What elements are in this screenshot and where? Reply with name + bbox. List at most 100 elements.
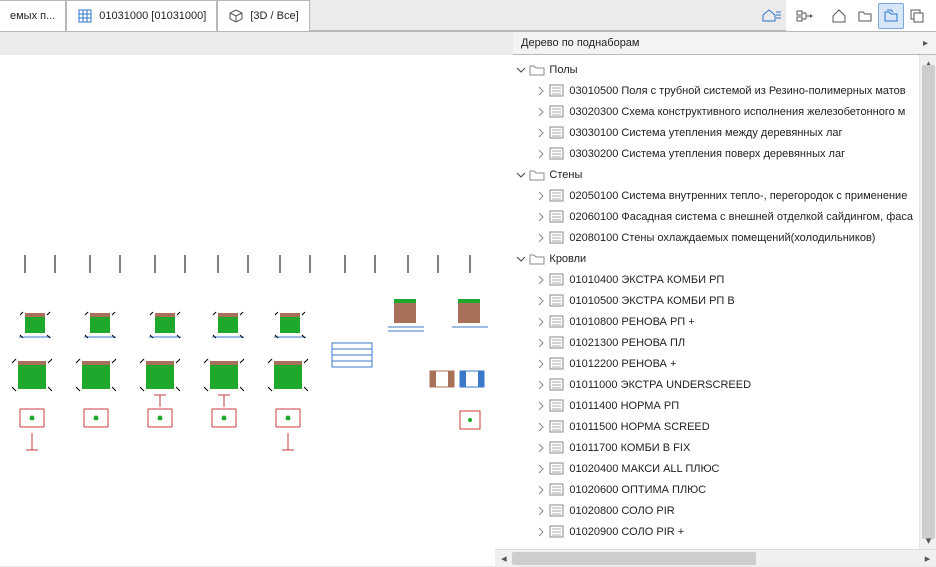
document-icon <box>549 315 565 329</box>
tree-item[interactable]: 02050100 Система внутренних тепло-, пере… <box>495 185 919 206</box>
chevron-down-icon[interactable] <box>515 169 527 181</box>
tree-item-label: 01011400 НОРМА РП <box>569 400 679 412</box>
scroll-thumb[interactable] <box>922 65 935 539</box>
chevron-right-icon[interactable] <box>535 316 547 328</box>
tree-item[interactable]: 01012200 РЕНОВА + <box>495 353 919 374</box>
tab-2[interactable]: [3D / Все] <box>217 0 309 31</box>
document-icon <box>549 231 565 245</box>
tree-item[interactable]: 01010400 ЭКСТРА КОМБИ РП <box>495 269 919 290</box>
tab-label: емых п... <box>10 10 55 22</box>
folder-outline-icon <box>857 8 873 24</box>
tree-item[interactable]: 03010500 Поля с трубной системой из Рези… <box>495 80 919 101</box>
chevron-right-icon[interactable] <box>535 127 547 139</box>
chevron-right-icon[interactable] <box>535 106 547 118</box>
document-icon <box>549 441 565 455</box>
view-house-button[interactable] <box>826 3 852 29</box>
view-layers-button[interactable] <box>878 3 904 29</box>
tree-folder[interactable]: Стены <box>495 164 919 185</box>
view-stack-button[interactable] <box>904 3 930 29</box>
tree-pane: Полы 03010500 Поля с трубной системой из … <box>495 55 936 566</box>
chevron-right-icon[interactable] <box>535 358 547 370</box>
folder-icon <box>529 252 545 266</box>
chevron-right-icon[interactable] <box>535 505 547 517</box>
vertical-scrollbar[interactable]: ▴ ▾ <box>919 55 936 549</box>
chevron-right-icon[interactable] <box>535 295 547 307</box>
document-icon <box>549 504 565 518</box>
tree-item[interactable]: 03030200 Система утепления поверх деревя… <box>495 143 919 164</box>
tree-item-label: 01010800 РЕНОВА РП + <box>569 316 694 328</box>
tree-item-label: 01011000 ЭКСТРА UNDERSCREED <box>569 379 751 391</box>
chevron-right-icon[interactable] <box>535 526 547 538</box>
scroll-down-icon[interactable]: ▾ <box>920 532 936 549</box>
document-icon <box>549 378 565 392</box>
tree-item[interactable]: 02080100 Стены охлаждаемых помещений(хол… <box>495 227 919 248</box>
document-icon <box>549 357 565 371</box>
tree-item[interactable]: 01011700 КОМБИ В FIX <box>495 437 919 458</box>
chevron-right-icon[interactable] <box>535 442 547 454</box>
scroll-left-icon[interactable]: ◂ <box>495 550 512 567</box>
document-icon <box>549 294 565 308</box>
tree-item-label: 01020600 ОПТИМА ПЛЮС <box>569 484 706 496</box>
tree-item[interactable]: 01010800 РЕНОВА РП + <box>495 311 919 332</box>
tab-1[interactable]: 01031000 [01031000] <box>66 0 217 31</box>
tree-folder[interactable]: Полы <box>495 59 919 80</box>
document-icon <box>549 525 565 539</box>
horizontal-scrollbar[interactable]: ◂ ▸ <box>495 549 936 566</box>
chevron-right-icon[interactable] <box>535 421 547 433</box>
tree-item[interactable]: 01011500 НОРМА SCREED <box>495 416 919 437</box>
document-icon <box>549 105 565 119</box>
tree-item-label: 01012200 РЕНОВА + <box>569 358 676 370</box>
tree-item-label: 01020400 МАКСИ ALL ПЛЮС <box>569 463 719 475</box>
tree-item-label: 02060100 Фасадная система с внешней отде… <box>569 211 913 223</box>
structure-mode-button[interactable] <box>792 3 818 29</box>
tree-item[interactable]: 01020900 СОЛО PIR + <box>495 521 919 542</box>
folder-icon <box>529 168 545 182</box>
tree-item-label: 02050100 Система внутренних тепло-, пере… <box>569 190 907 202</box>
tree-item[interactable]: 02060100 Фасадная система с внешней отде… <box>495 206 919 227</box>
tree-item[interactable]: 01020400 МАКСИ ALL ПЛЮС <box>495 458 919 479</box>
tree-item-label: 01011700 КОМБИ В FIX <box>569 442 690 454</box>
view-folder-button[interactable] <box>852 3 878 29</box>
tab-0[interactable]: емых п... <box>0 0 66 31</box>
stack-outline-icon <box>909 8 925 24</box>
chevron-right-icon[interactable] <box>535 379 547 391</box>
tree-item[interactable]: 01021300 РЕНОВА ПЛ <box>495 332 919 353</box>
document-icon <box>549 210 565 224</box>
chevron-right-icon[interactable] <box>535 190 547 202</box>
tree-folder-label: Кровли <box>549 253 586 265</box>
house-split-icon[interactable] <box>758 0 786 31</box>
tree-item[interactable]: 01020800 СОЛО PIR <box>495 500 919 521</box>
panel-menu-arrow-icon[interactable]: ▸ <box>923 38 928 49</box>
chevron-right-icon[interactable] <box>535 484 547 496</box>
drawing-canvas[interactable] <box>0 55 495 566</box>
scroll-hthumb[interactable] <box>512 552 756 565</box>
tree-item-label: 03020300 Схема конструктивного исполнени… <box>569 106 905 118</box>
cube-icon <box>228 8 244 24</box>
tree-folder-label: Полы <box>549 64 577 76</box>
document-icon <box>549 147 565 161</box>
chevron-right-icon[interactable] <box>535 232 547 244</box>
scroll-right-icon[interactable]: ▸ <box>919 550 936 567</box>
document-icon <box>549 273 565 287</box>
chevron-right-icon[interactable] <box>535 148 547 160</box>
chevron-down-icon[interactable] <box>515 64 527 76</box>
folder-icon <box>529 63 545 77</box>
tree-folder[interactable]: Кровли <box>495 248 919 269</box>
tree-item[interactable]: 01010500 ЭКСТРА КОМБИ РП В <box>495 290 919 311</box>
chevron-down-icon[interactable] <box>515 253 527 265</box>
chevron-right-icon[interactable] <box>535 211 547 223</box>
chevron-right-icon[interactable] <box>535 85 547 97</box>
chevron-right-icon[interactable] <box>535 274 547 286</box>
tree-item[interactable]: 01011000 ЭКСТРА UNDERSCREED <box>495 374 919 395</box>
chevron-right-icon[interactable] <box>535 400 547 412</box>
tree-item[interactable]: 03020300 Схема конструктивного исполнени… <box>495 101 919 122</box>
tab-spacer <box>310 0 758 31</box>
tree-item[interactable]: 01011400 НОРМА РП <box>495 395 919 416</box>
chevron-right-icon[interactable] <box>535 463 547 475</box>
tree-item[interactable]: 03030100 Система утепления между деревян… <box>495 122 919 143</box>
house-outline-icon <box>831 8 847 24</box>
tree-item-label: 03030200 Система утепления поверх деревя… <box>569 148 845 160</box>
tree-item-label: 01020900 СОЛО PIR + <box>569 526 684 538</box>
chevron-right-icon[interactable] <box>535 337 547 349</box>
tree-item[interactable]: 01020600 ОПТИМА ПЛЮС <box>495 479 919 500</box>
